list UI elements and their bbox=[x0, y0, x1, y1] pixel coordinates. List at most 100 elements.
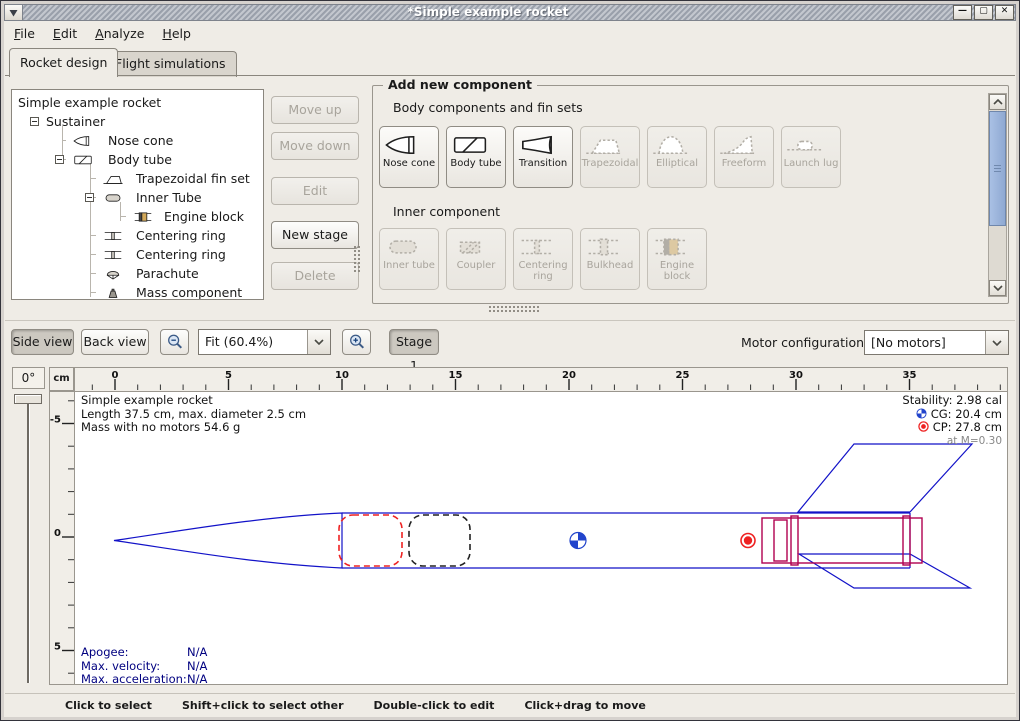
svg-text:0: 0 bbox=[54, 528, 61, 539]
rocket-figure-canvas[interactable]: Simple example rocket Length 37.5 cm, ma… bbox=[74, 391, 1008, 685]
menu-analyze[interactable]: Analyze bbox=[86, 21, 153, 46]
tree-item-label: Simple example rocket bbox=[18, 93, 161, 112]
panel-divider bbox=[5, 75, 1015, 76]
tree-item-simple-example-rocket[interactable]: Simple example rocket bbox=[12, 93, 263, 112]
svg-text:10: 10 bbox=[335, 370, 349, 381]
minimize-button[interactable]: — bbox=[953, 5, 972, 20]
zoom-select-arrow[interactable] bbox=[307, 330, 330, 354]
svg-text:20: 20 bbox=[562, 370, 576, 381]
component-icon-wrap bbox=[782, 132, 840, 158]
tree-item-centering-ring[interactable]: Centering ring bbox=[12, 245, 263, 264]
tree-item-nose-cone[interactable]: Nose cone bbox=[12, 131, 263, 150]
component-icon-wrap bbox=[581, 132, 639, 158]
tab-rocket-design[interactable]: Rocket design bbox=[9, 48, 118, 77]
rotation-value-field[interactable]: 0° bbox=[12, 367, 45, 389]
add-transition-button[interactable]: Transition bbox=[513, 126, 573, 188]
tree-item-body-tube[interactable]: Body tube bbox=[12, 150, 263, 169]
flight-data-summary: Apogee:N/AMax. velocity:N/AMax. accelera… bbox=[81, 646, 207, 687]
add-nose-cone-button[interactable]: Nose cone bbox=[379, 126, 439, 188]
scroll-down-button[interactable] bbox=[989, 280, 1006, 296]
tree-expander[interactable] bbox=[30, 117, 39, 126]
flight-data-label: Apogee: bbox=[81, 646, 187, 660]
new-stage-button[interactable]: New stage bbox=[271, 221, 359, 249]
add-component-group: Add new component Body components and fi… bbox=[372, 85, 1009, 304]
fin-bottom-outline bbox=[799, 554, 970, 588]
tree-item-trapezoidal-fin-set[interactable]: Trapezoidal fin set bbox=[12, 169, 263, 188]
horizontal-splitter[interactable] bbox=[488, 305, 540, 313]
rocket-side-view bbox=[75, 392, 1007, 684]
stability-caliber: Stability: 2.98 cal bbox=[902, 394, 1002, 408]
tree-item-mass-component[interactable]: Mass component bbox=[12, 283, 263, 300]
svg-text:30: 30 bbox=[789, 370, 803, 381]
motor-select-arrow[interactable] bbox=[985, 331, 1008, 354]
tree-branch-line bbox=[90, 292, 96, 293]
rotation-slider-handle[interactable] bbox=[14, 394, 42, 404]
maximize-button[interactable]: ▢ bbox=[974, 5, 993, 20]
add-body-tube-button[interactable]: Body tube bbox=[446, 126, 506, 188]
status-hint: Shift+click to select other bbox=[182, 699, 344, 712]
vertical-splitter[interactable] bbox=[353, 245, 360, 273]
engine-block-icon bbox=[128, 210, 158, 224]
component-scrollbar[interactable] bbox=[988, 93, 1007, 297]
component-button-label: Launch lug bbox=[782, 158, 840, 169]
scroll-up-button[interactable] bbox=[989, 94, 1006, 110]
component-button-label: Bulkhead bbox=[581, 260, 639, 271]
tree-item-label: Centering ring bbox=[136, 245, 226, 264]
scrollbar-thumb[interactable] bbox=[989, 111, 1006, 226]
tree-item-parachute[interactable]: Parachute bbox=[12, 264, 263, 283]
zoom-in-button[interactable] bbox=[342, 329, 371, 355]
add-inner-tube-button: Inner tube bbox=[379, 228, 439, 290]
cp-row: CP: 27.8 cm bbox=[902, 421, 1002, 435]
svg-text:35: 35 bbox=[903, 370, 917, 381]
component-group-label: Inner component bbox=[393, 204, 500, 219]
tree-branch-line bbox=[62, 140, 66, 141]
parachute-outline bbox=[339, 515, 402, 566]
centering-ring-2-outline bbox=[903, 516, 910, 565]
tree-item-engine-block[interactable]: Engine block bbox=[12, 207, 263, 226]
menu-file[interactable]: File bbox=[5, 21, 44, 46]
component-button-label: Freeform bbox=[715, 158, 773, 169]
engine-block-outline bbox=[774, 520, 787, 561]
tree-item-centering-ring[interactable]: Centering ring bbox=[12, 226, 263, 245]
tree-icon-wrap bbox=[98, 191, 128, 205]
tree-item-sustainer[interactable]: Sustainer bbox=[12, 112, 263, 131]
close-button[interactable]: ✕ bbox=[995, 5, 1014, 20]
menu-bar: FileEditAnalyzeHelp bbox=[5, 21, 1015, 46]
component-icon-wrap bbox=[715, 132, 773, 158]
tree-item-inner-tube[interactable]: Inner Tube bbox=[12, 188, 263, 207]
inner-tube-icon bbox=[98, 191, 128, 205]
status-hint: Click to select bbox=[65, 699, 152, 712]
engine-block-icon bbox=[648, 234, 694, 260]
cg-value: CG: 20.4 cm bbox=[931, 407, 1002, 421]
motor-configuration-label: Motor configuration: bbox=[741, 335, 868, 350]
menu-edit[interactable]: Edit bbox=[44, 21, 86, 46]
back-view-button[interactable]: Back view bbox=[81, 329, 149, 355]
side-view-button[interactable]: Side view bbox=[11, 329, 74, 355]
component-icon-wrap bbox=[514, 234, 572, 260]
tree-branch-line bbox=[120, 216, 126, 217]
motor-configuration-select[interactable]: [No motors] bbox=[864, 330, 1009, 355]
tree-expander[interactable] bbox=[55, 155, 64, 164]
tree-icon-wrap bbox=[68, 153, 98, 167]
stage-1-toggle[interactable]: Stage 1 bbox=[389, 329, 439, 355]
rocket-drawing[interactable] bbox=[75, 392, 1007, 684]
tree-icon-wrap bbox=[98, 229, 128, 243]
component-tree[interactable]: Simple example rocketSustainerNose coneB… bbox=[11, 89, 264, 300]
section-divider bbox=[5, 320, 1015, 321]
system-menu-icon[interactable] bbox=[5, 5, 23, 20]
zoom-level-select[interactable]: Fit (60.4%) bbox=[198, 329, 331, 355]
tree-item-label: Inner Tube bbox=[136, 188, 202, 207]
title-bar[interactable]: *Simple example rocket — ▢ ✕ bbox=[4, 4, 1016, 21]
component-icon-wrap bbox=[581, 234, 639, 260]
tree-item-label: Trapezoidal fin set bbox=[136, 169, 250, 188]
zoom-out-button[interactable] bbox=[160, 329, 189, 355]
menu-help[interactable]: Help bbox=[153, 21, 200, 46]
rotation-slider-track[interactable] bbox=[27, 397, 30, 683]
tree-expander[interactable] bbox=[85, 193, 94, 202]
component-icon-wrap bbox=[648, 234, 706, 260]
centering-ring-icon bbox=[514, 234, 560, 260]
chevron-down-icon bbox=[314, 339, 324, 345]
tab-flight-simulations[interactable]: Flight simulations bbox=[104, 51, 237, 77]
nose-cone-outline bbox=[114, 513, 342, 568]
centering-ring-1-outline bbox=[791, 516, 798, 565]
